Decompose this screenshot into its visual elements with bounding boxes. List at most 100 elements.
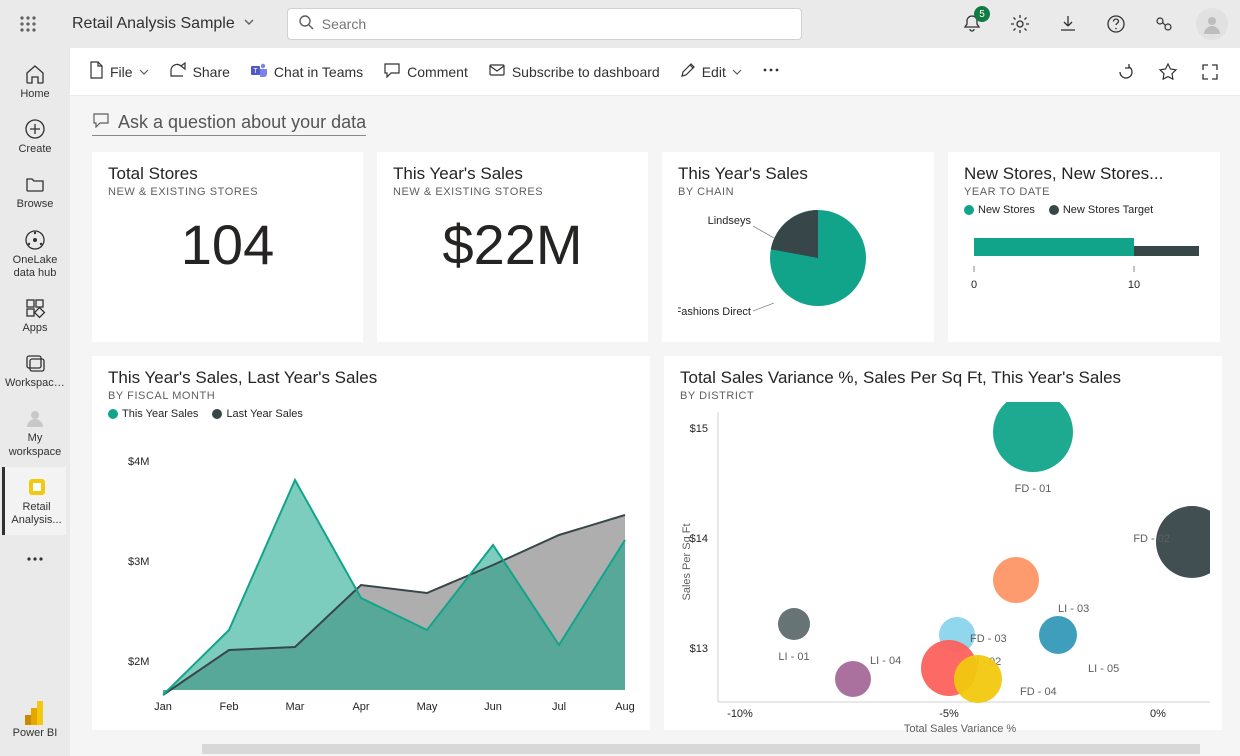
area-chart: $4M $3M $2M Jan Feb Mar Apr May Jun Jul (108, 420, 638, 720)
tile-title: Total Stores (108, 164, 347, 184)
nav-apps[interactable]: Apps (3, 288, 67, 343)
svg-text:Fashions Direct: Fashions Direct (678, 306, 751, 318)
pie-chart: Lindseys Fashions Direct (678, 198, 918, 328)
svg-text:$13: $13 (690, 643, 708, 655)
nav-workspaces[interactable]: Workspaces (3, 343, 67, 398)
total-stores-value: 104 (108, 212, 347, 277)
file-menu[interactable]: File (88, 61, 149, 82)
feedback-button[interactable] (1148, 8, 1180, 40)
tile-subtitle: BY DISTRICT (680, 390, 1206, 402)
svg-text:Aug: Aug (615, 701, 635, 713)
nav-datahub[interactable]: OneLake data hub (3, 220, 67, 288)
account-avatar[interactable] (1196, 8, 1228, 40)
svg-text:Mar: Mar (286, 701, 305, 713)
nav-browse[interactable]: Browse (3, 164, 67, 219)
nav-current-workspace[interactable]: Retail Analysis... (2, 467, 66, 535)
download-button[interactable] (1052, 8, 1084, 40)
svg-text:Jan: Jan (154, 701, 172, 713)
home-icon (23, 62, 47, 86)
subscribe-button[interactable]: Subscribe to dashboard (488, 62, 660, 81)
svg-text:FD - 04: FD - 04 (1020, 686, 1057, 698)
svg-text:$2M: $2M (128, 656, 149, 668)
workspaces-icon (23, 351, 47, 375)
svg-text:Jun: Jun (484, 701, 502, 713)
sales-value: $22M (393, 212, 632, 277)
ellipsis-icon (762, 62, 780, 81)
svg-text:Total Sales Variance %: Total Sales Variance % (904, 723, 1017, 732)
bar-chart: 0 10 (964, 216, 1204, 326)
svg-text:FD - 03: FD - 03 (970, 633, 1007, 645)
teams-icon: T (250, 62, 268, 81)
nav-create[interactable]: Create (3, 109, 67, 164)
tile-subtitle: NEW & EXISTING STORES (393, 186, 632, 198)
more-actions[interactable] (762, 62, 780, 81)
tile-sales-value[interactable]: This Year's Sales NEW & EXISTING STORES … (377, 152, 648, 342)
tile-title: This Year's Sales (393, 164, 632, 184)
share-icon (169, 62, 187, 81)
tile-sales-month[interactable]: This Year's Sales, Last Year's Sales BY … (92, 356, 650, 730)
svg-text:-5%: -5% (939, 708, 959, 720)
tile-sales-chain[interactable]: This Year's Sales BY CHAIN Lindseys Fash… (662, 152, 934, 342)
tile-subtitle: BY FISCAL MONTH (108, 390, 634, 402)
bubble-chart: $15 $14 $13 Sales Per Sq Ft -10% -5% 0% … (680, 402, 1210, 732)
chevron-down-icon (243, 15, 255, 33)
svg-text:Lindseys: Lindseys (708, 215, 752, 227)
fullscreen-button[interactable] (1198, 60, 1222, 84)
tile-bubble[interactable]: Total Sales Variance %, Sales Per Sq Ft,… (664, 356, 1222, 730)
action-bar: File Share T Chat in Teams Comment Subsc… (70, 48, 1240, 96)
svg-text:LI - 05: LI - 05 (1088, 663, 1119, 675)
share-button[interactable]: Share (169, 62, 230, 81)
notifications-button[interactable]: 5 (956, 8, 988, 40)
chat-icon (92, 112, 110, 133)
app-launcher[interactable] (12, 8, 44, 40)
chevron-down-icon (732, 64, 742, 80)
nav-myworkspace[interactable]: My workspace (3, 398, 67, 466)
workspace-icon (25, 475, 49, 499)
chevron-down-icon (139, 64, 149, 80)
subscribe-icon (488, 62, 506, 81)
svg-text:Jul: Jul (552, 701, 566, 713)
chat-teams-button[interactable]: T Chat in Teams (250, 62, 363, 81)
edit-menu[interactable]: Edit (680, 62, 742, 81)
svg-text:$3M: $3M (128, 556, 149, 568)
tile-title: This Year's Sales, Last Year's Sales (108, 368, 634, 388)
horizontal-scrollbar[interactable] (202, 744, 1200, 754)
comment-icon (383, 62, 401, 81)
help-button[interactable] (1100, 8, 1132, 40)
svg-text:0%: 0% (1150, 708, 1166, 720)
settings-button[interactable] (1004, 8, 1036, 40)
legend: New Stores New Stores Target (964, 204, 1204, 216)
file-icon (88, 61, 104, 82)
search-box[interactable] (287, 8, 802, 40)
pencil-icon (680, 62, 696, 81)
notification-badge: 5 (974, 6, 990, 22)
tile-title: Total Sales Variance %, Sales Per Sq Ft,… (680, 368, 1206, 388)
workspace-name-dropdown[interactable]: Retail Analysis Sample (72, 15, 255, 33)
svg-text:FD - 02: FD - 02 (1133, 533, 1170, 545)
nav-more[interactable] (3, 539, 67, 581)
folder-icon (23, 172, 47, 196)
svg-text:Apr: Apr (352, 701, 369, 713)
apps-icon (23, 296, 47, 320)
refresh-button[interactable] (1114, 60, 1138, 84)
favorite-button[interactable] (1156, 60, 1180, 84)
tile-total-stores[interactable]: Total Stores NEW & EXISTING STORES 104 (92, 152, 363, 342)
svg-text:Sales Per Sq Ft: Sales Per Sq Ft (681, 523, 693, 600)
tile-title: This Year's Sales (678, 164, 918, 184)
nav-powerbi[interactable]: Power BI (3, 693, 67, 748)
plus-circle-icon (23, 117, 47, 141)
svg-text:LI - 01: LI - 01 (778, 651, 809, 663)
qna-input[interactable]: Ask a question about your data (92, 112, 366, 136)
svg-text:T: T (253, 68, 258, 75)
ellipsis-icon (23, 547, 47, 571)
powerbi-icon (23, 701, 47, 725)
workspace-name-label: Retail Analysis Sample (72, 15, 235, 33)
tile-subtitle: BY CHAIN (678, 186, 918, 198)
tile-subtitle: YEAR TO DATE (964, 186, 1204, 198)
tile-new-stores[interactable]: New Stores, New Stores... YEAR TO DATE N… (948, 152, 1220, 342)
comment-button[interactable]: Comment (383, 62, 468, 81)
svg-text:May: May (417, 701, 438, 713)
svg-text:LI - 03: LI - 03 (1058, 603, 1089, 615)
nav-home[interactable]: Home (3, 54, 67, 109)
search-input[interactable] (322, 16, 791, 32)
